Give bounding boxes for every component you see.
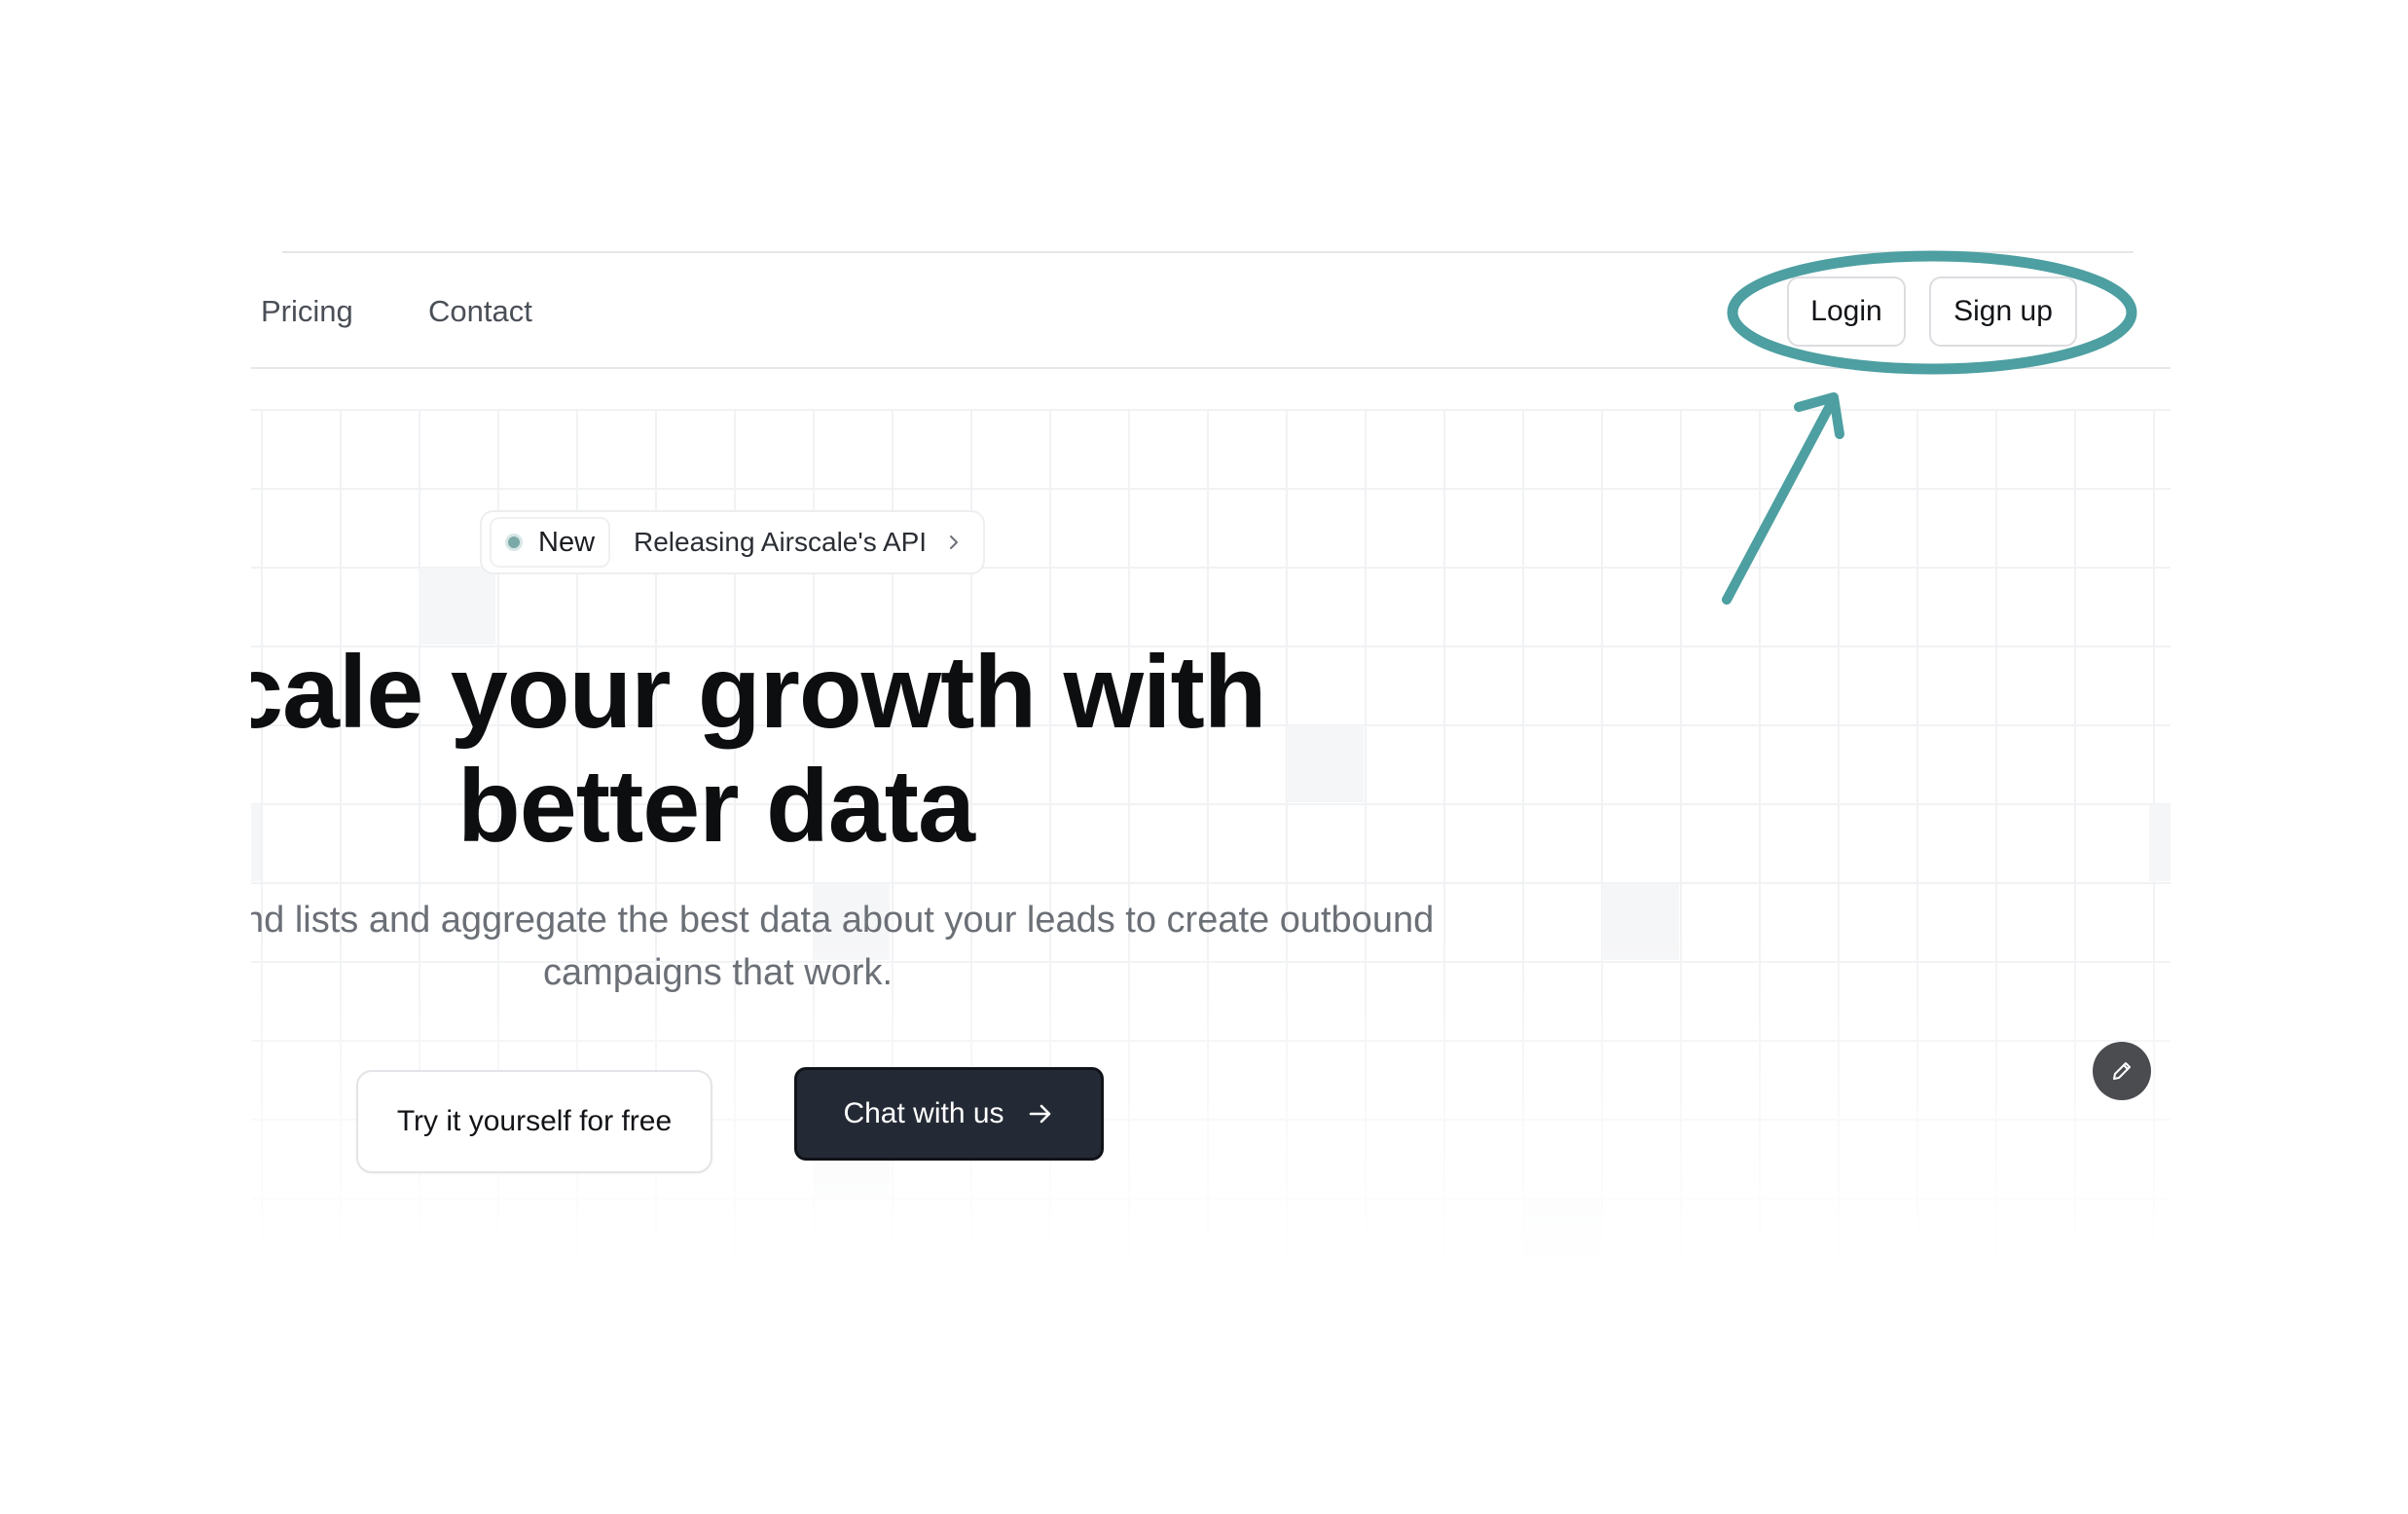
grid-cell-highlight [2149, 804, 2171, 881]
edit-button[interactable] [2093, 1042, 2151, 1100]
status-dot-icon [505, 534, 523, 551]
announcement-pill[interactable]: New Releasing Airscale's API [480, 510, 986, 574]
pencil-icon [2113, 1062, 2131, 1080]
grid-cell-highlight [1523, 1199, 1600, 1274]
chevron-right-icon [950, 535, 959, 549]
hero-headline-line2: better data [457, 749, 975, 864]
signup-button[interactable]: Sign up [1929, 277, 2077, 347]
nav-divider [251, 367, 2171, 369]
chat-with-us-button[interactable]: Chat with us [794, 1067, 1104, 1161]
grid-cell-highlight [1602, 883, 1679, 960]
hero-headline-line1: cale your growth with [251, 635, 1267, 750]
screenshot-stage: Pricing Contact Login Sign up New Releas… [0, 0, 2408, 1514]
try-free-button[interactable]: Try it yourself for free [356, 1070, 712, 1173]
arrow-right-icon [1029, 1104, 1050, 1124]
announcement-text: Releasing Airscale's API [634, 527, 928, 557]
website-crop: Pricing Contact Login Sign up New Releas… [251, 251, 2171, 1274]
grid-cell-highlight [1287, 725, 1364, 802]
login-button[interactable]: Login [1787, 277, 1906, 347]
nav-link-contact[interactable]: Contact [428, 290, 532, 333]
new-badge-label: New [538, 526, 596, 558]
hero-subtitle-line2: campaigns that work. [543, 952, 894, 993]
chat-button-label: Chat with us [843, 1097, 1004, 1129]
top-divider [282, 251, 2134, 253]
new-badge: New [490, 517, 611, 568]
nav-link-pricing[interactable]: Pricing [261, 290, 353, 333]
hero-subtitle-line1: nd lists and aggregate the best data abo… [251, 900, 1435, 941]
grid-cell-highlight [251, 804, 261, 881]
